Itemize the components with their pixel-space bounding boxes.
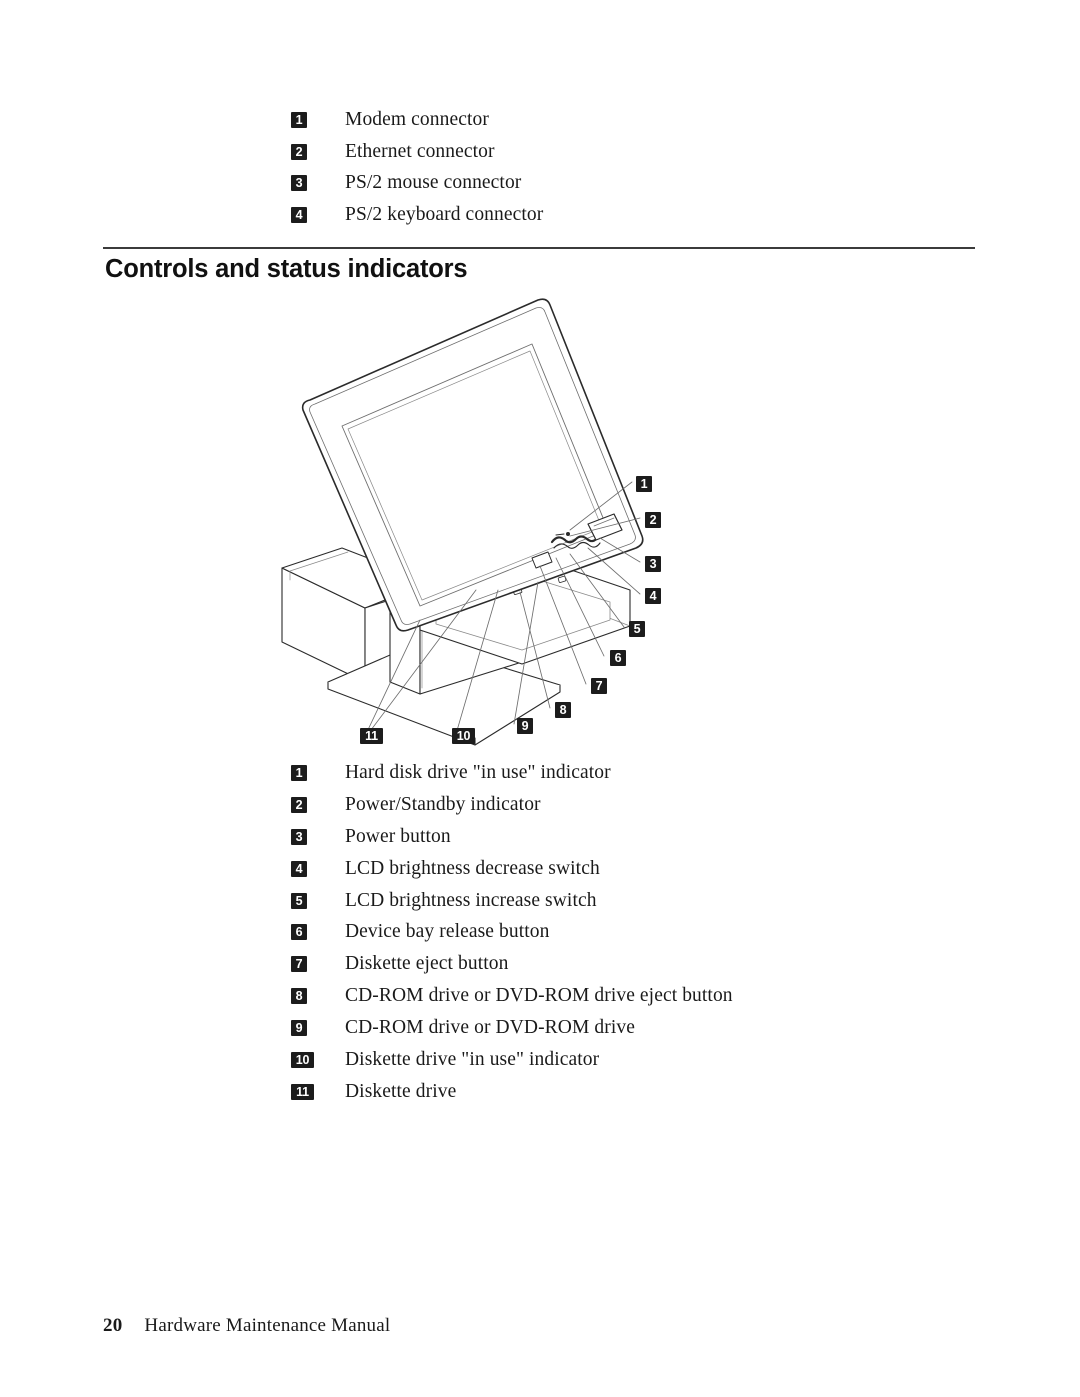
- list-item-label: Ethernet connector: [345, 140, 495, 162]
- list-item: 2 Power/Standby indicator: [291, 793, 733, 825]
- section-divider: [103, 247, 975, 249]
- document-title: Hardware Maintenance Manual: [144, 1315, 391, 1336]
- list-item-label: Diskette drive "in use" indicator: [345, 1049, 600, 1071]
- list-item: 4 LCD brightness decrease switch: [291, 857, 733, 889]
- callout-badge: 1: [291, 765, 307, 781]
- list-item: 2 Ethernet connector: [291, 140, 543, 172]
- list-item: 7 Diskette eject button: [291, 952, 733, 984]
- page-footer: 20 Hardware Maintenance Manual: [103, 1315, 390, 1337]
- callout-badge: 1: [291, 112, 307, 128]
- callout-badge-9: 9: [517, 718, 533, 734]
- list-item: 6 Device bay release button: [291, 920, 733, 952]
- list-item: 9 CD-ROM drive or DVD-ROM drive: [291, 1016, 733, 1048]
- list-item: 5 LCD brightness increase switch: [291, 889, 733, 921]
- callout-badge-2: 2: [645, 512, 661, 528]
- document-page: 1 Modem connector 2 Ethernet connector 3…: [0, 0, 1080, 1397]
- callout-badge: 11: [291, 1083, 314, 1100]
- callout-badge: 5: [291, 892, 307, 909]
- list-item-label: PS/2 mouse connector: [345, 172, 522, 194]
- callout-badge: 9: [291, 1020, 307, 1037]
- list-item-label: Diskette eject button: [345, 953, 509, 975]
- callout-badge: 10: [291, 1052, 314, 1069]
- callout-badge-3: 3: [645, 556, 661, 572]
- list-item-label: PS/2 keyboard connector: [345, 204, 544, 226]
- list-item-label: CD-ROM drive or DVD-ROM drive eject butt…: [345, 985, 733, 1007]
- list-item-label: Modem connector: [345, 109, 489, 130]
- page-title: Controls and status indicators: [105, 255, 468, 283]
- list-item: 8 CD-ROM drive or DVD-ROM drive eject bu…: [291, 984, 733, 1016]
- callout-badge: 4: [291, 860, 307, 877]
- connector-legend-list: 1 Modem connector 2 Ethernet connector 3…: [291, 108, 543, 235]
- list-item-label: CD-ROM drive or DVD-ROM drive: [345, 1017, 635, 1039]
- list-item: 10 Diskette drive "in use" indicator: [291, 1048, 733, 1080]
- list-item: 3 PS/2 mouse connector: [291, 171, 543, 203]
- controls-legend-list: 1 Hard disk drive "in use" indicator 2 P…: [291, 761, 733, 1112]
- callout-badge: 2: [291, 796, 307, 813]
- callout-badge: 7: [291, 956, 307, 973]
- callout-badge-4: 4: [645, 588, 661, 604]
- list-item-label: Power/Standby indicator: [345, 793, 541, 815]
- list-item: 11 Diskette drive: [291, 1080, 733, 1112]
- list-item: 1 Hard disk drive "in use" indicator: [291, 761, 733, 793]
- callout-badge: 6: [291, 924, 307, 941]
- callout-badge-7: 7: [591, 678, 607, 694]
- callout-badge-10: 10: [452, 728, 475, 744]
- callout-badge: 4: [291, 207, 307, 224]
- computer-illustration: [270, 290, 690, 750]
- callout-badge-5: 5: [629, 621, 645, 637]
- callout-badge-6: 6: [610, 650, 626, 666]
- list-item-label: Diskette drive: [345, 1080, 457, 1102]
- list-item-label: Power button: [345, 825, 451, 847]
- callout-badge: 3: [291, 175, 307, 192]
- list-item: 3 Power button: [291, 825, 733, 857]
- list-item-label: LCD brightness decrease switch: [345, 857, 600, 879]
- callout-badge-11: 11: [360, 728, 383, 744]
- callout-badge: 2: [291, 143, 307, 160]
- callout-badge: 8: [291, 988, 307, 1005]
- page-number: 20: [103, 1315, 123, 1336]
- callout-badge-8: 8: [555, 702, 571, 718]
- callout-badge: 3: [291, 828, 307, 845]
- list-item-label: Hard disk drive "in use" indicator: [345, 762, 611, 783]
- list-item-label: LCD brightness increase switch: [345, 889, 597, 911]
- callout-badge-1: 1: [636, 476, 652, 492]
- list-item-label: Device bay release button: [345, 921, 550, 943]
- list-item: 1 Modem connector: [291, 108, 543, 140]
- list-item: 4 PS/2 keyboard connector: [291, 203, 543, 235]
